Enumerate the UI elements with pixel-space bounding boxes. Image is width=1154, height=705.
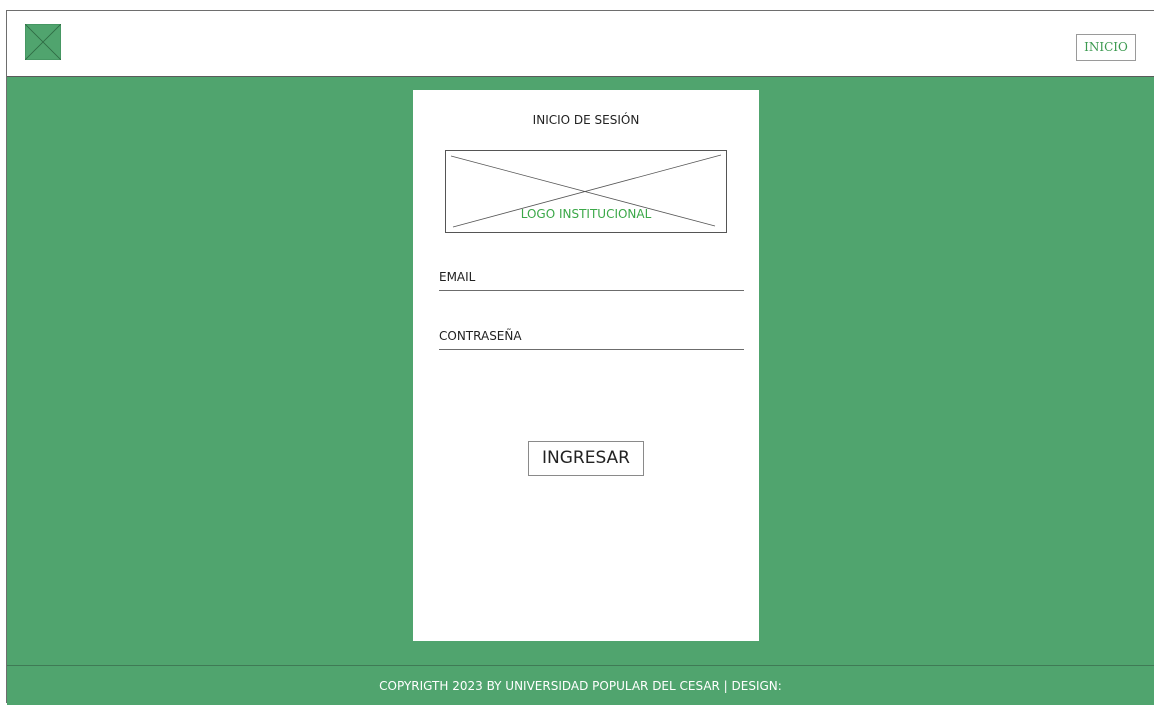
header-bar: INICIO <box>7 11 1154 77</box>
password-field[interactable]: CONTRASEÑA <box>439 327 744 350</box>
password-label: CONTRASEÑA <box>439 329 522 343</box>
logo-caption: LOGO INSTITUCIONAL <box>520 207 652 221</box>
email-label: EMAIL <box>439 270 476 284</box>
page-frame: INICIO INICIO DE SESIÓN LOGO INSTITUCION… <box>6 10 1154 705</box>
footer-bar: COPYRIGTH 2023 BY UNIVERSIDAD POPULAR DE… <box>7 665 1154 705</box>
login-card: INICIO DE SESIÓN LOGO INSTITUCIONAL EMAI… <box>413 90 759 641</box>
image-placeholder-icon[interactable] <box>25 24 61 60</box>
footer-copyright: COPYRIGTH 2023 BY UNIVERSIDAD POPULAR DE… <box>379 679 782 693</box>
nav-inicio-button[interactable]: INICIO <box>1076 34 1136 61</box>
login-title: INICIO DE SESIÓN <box>532 113 640 127</box>
ingresar-button[interactable]: INGRESAR <box>528 441 644 476</box>
email-field[interactable]: EMAIL <box>439 268 744 291</box>
institutional-logo-placeholder: LOGO INSTITUCIONAL <box>445 150 727 233</box>
